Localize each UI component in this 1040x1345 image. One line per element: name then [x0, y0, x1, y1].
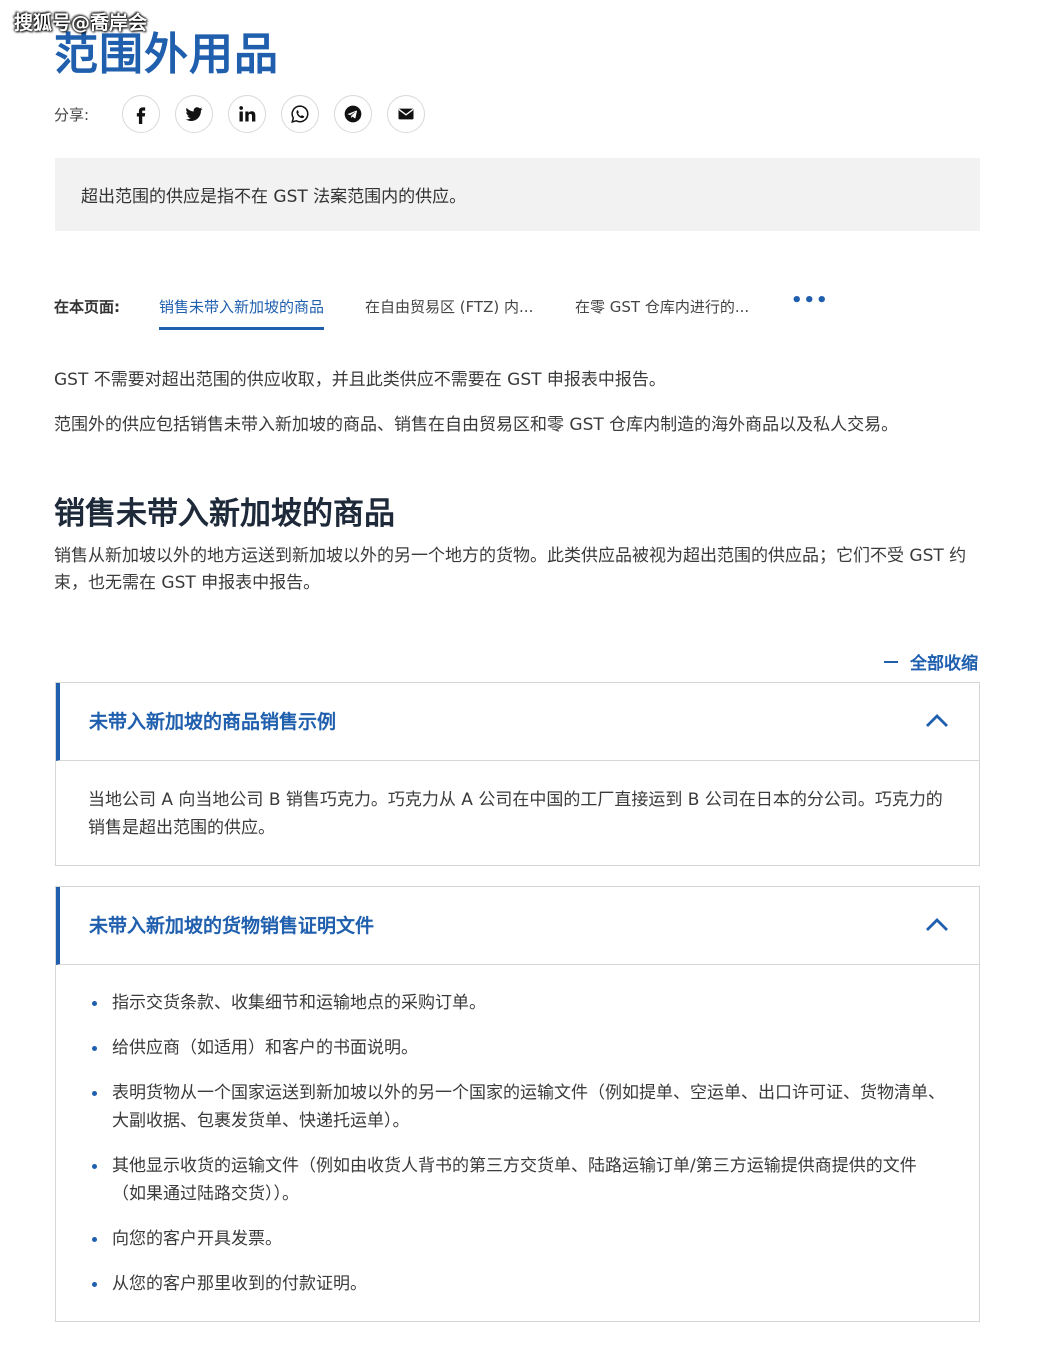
twitter-share-button[interactable] [175, 95, 213, 133]
list-item: 表明货物从一个国家运送到新加坡以外的另一个国家的运输文件（例如提单、空运单、出口… [88, 1079, 947, 1135]
accordion-documents: 未带入新加坡的货物销售证明文件 指示交货条款、收集细节和运输地点的采购订单。 给… [55, 886, 980, 1322]
accordion-example-body: 当地公司 A 向当地公司 B 销售巧克力。巧克力从 A 公司在中国的工厂直接运到… [88, 790, 943, 838]
list-item: 向您的客户开具发票。 [88, 1225, 947, 1253]
summary-text: 超出范围的供应是指不在 GST 法案范围内的供应。 [81, 187, 467, 207]
on-this-page-link-ftz[interactable]: 在自由贸易区 (FTZ) 内... [365, 296, 533, 317]
bullet-icon [92, 1164, 97, 1169]
collapse-all-button[interactable]: 全部收缩 [884, 649, 978, 674]
bullet-icon [92, 1282, 97, 1287]
chevron-up-icon[interactable] [925, 914, 949, 934]
accordion-documents-header[interactable]: 未带入新加坡的货物销售证明文件 [56, 887, 979, 965]
watermark: 搜狐号@喬岸会 [14, 12, 148, 34]
chevron-up-icon[interactable] [925, 710, 949, 730]
summary-callout: 超出范围的供应是指不在 GST 法案范围内的供应。 [55, 158, 980, 231]
on-this-page-link-zero-gst-warehouse[interactable]: 在零 GST 仓库内进行的... [575, 296, 749, 317]
documents-list: 指示交货条款、收集细节和运输地点的采购订单。 给供应商（如适用）和客户的书面说明… [88, 989, 947, 1298]
accordion-example: 未带入新加坡的商品销售示例 当地公司 A 向当地公司 B 销售巧克力。巧克力从 … [55, 682, 980, 866]
section-body: 销售从新加坡以外的地方运送到新加坡以外的另一个地方的货物。此类供应品被视为超出范… [54, 546, 967, 593]
list-item-text: 给供应商（如适用）和客户的书面说明。 [112, 1038, 418, 1058]
whatsapp-share-button[interactable] [281, 95, 319, 133]
telegram-share-button[interactable] [334, 95, 372, 133]
accordion-example-header[interactable]: 未带入新加坡的商品销售示例 [56, 683, 979, 761]
facebook-icon [136, 107, 146, 124]
intro-paragraph-2: 范围外的供应包括销售未带入新加坡的商品、销售在自由贸易区和零 GST 仓库内制造… [54, 415, 899, 435]
twitter-icon [185, 107, 203, 121]
share-bar: 分享: [54, 94, 440, 134]
list-item-text: 表明货物从一个国家运送到新加坡以外的另一个国家的运输文件（例如提单、空运单、出口… [112, 1083, 945, 1131]
whatsapp-icon [291, 105, 309, 123]
bullet-icon [92, 1237, 97, 1242]
minus-icon [884, 660, 898, 663]
accordion-documents-title: 未带入新加坡的货物销售证明文件 [89, 915, 375, 937]
email-icon [398, 108, 414, 120]
email-share-button[interactable] [387, 95, 425, 133]
share-label: 分享: [54, 105, 90, 124]
list-item: 从您的客户那里收到的付款证明。 [88, 1270, 947, 1298]
linkedin-share-button[interactable] [228, 95, 266, 133]
list-item-text: 向您的客户开具发票。 [112, 1229, 282, 1249]
list-item: 给供应商（如适用）和客户的书面说明。 [88, 1034, 947, 1062]
accordion-example-title: 未带入新加坡的商品销售示例 [89, 711, 337, 733]
telegram-icon [344, 105, 362, 123]
linkedin-icon [239, 106, 256, 122]
bullet-icon [92, 1046, 97, 1051]
section-heading: 销售未带入新加坡的商品 [54, 496, 395, 532]
more-links-icon[interactable]: ••• [791, 290, 829, 311]
on-this-page-link-goods-not-brought-in[interactable]: 销售未带入新加坡的商品 [159, 296, 325, 330]
list-item: 指示交货条款、收集细节和运输地点的采购订单。 [88, 989, 947, 1017]
bullet-icon [92, 1001, 97, 1006]
intro-paragraph-1: GST 不需要对超出范围的供应收取，并且此类供应不需要在 GST 申报表中报告。 [54, 370, 666, 390]
accordion-documents-body: 指示交货条款、收集细节和运输地点的采购订单。 给供应商（如适用）和客户的书面说明… [56, 965, 979, 1337]
on-this-page-nav: 在本页面: 销售未带入新加坡的商品 在自由贸易区 (FTZ) 内... 在零 G… [54, 288, 984, 330]
list-item-text: 指示交货条款、收集细节和运输地点的采购订单。 [112, 993, 486, 1013]
bullet-icon [92, 1091, 97, 1096]
collapse-all-label: 全部收缩 [910, 654, 978, 674]
list-item-text: 从您的客户那里收到的付款证明。 [112, 1274, 367, 1294]
facebook-share-button[interactable] [122, 95, 160, 133]
on-this-page-label: 在本页面: [54, 298, 120, 316]
list-item-text: 其他显示收货的运输文件（例如由收货人背书的第三方交货单、陆路运输订单/第三方运输… [112, 1156, 917, 1204]
list-item: 其他显示收货的运输文件（例如由收货人背书的第三方交货单、陆路运输订单/第三方运输… [88, 1152, 947, 1208]
